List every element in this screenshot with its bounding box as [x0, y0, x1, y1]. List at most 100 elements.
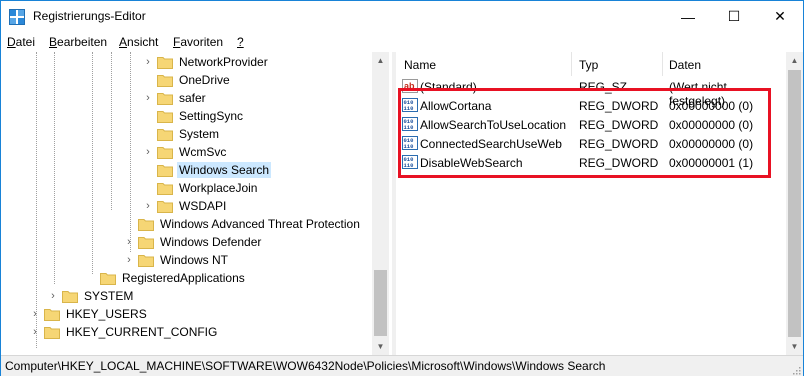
value-row[interactable]: 010 110 AllowCortana REG_DWORD 0x00000000 (0…: [396, 96, 786, 115]
minimize-button[interactable]: —: [665, 1, 711, 32]
chevron-right-icon: [123, 215, 135, 233]
value-row[interactable]: 010 110 AllowSearchToUseLocation REG_DWORD 0…: [396, 115, 786, 134]
dword-value-icon: 010 110: [402, 117, 418, 131]
folder-icon: [157, 164, 173, 177]
minimize-icon: —: [681, 8, 695, 25]
menu-bearbeiten-accel: B: [49, 35, 58, 49]
value-row[interactable]: 010 110 DisableWebSearch REG_DWORD 0x0000000…: [396, 153, 786, 172]
value-row[interactable]: 010 110 ConnectedSearchUseWeb REG_DWORD 0x00…: [396, 134, 786, 153]
folder-icon: [100, 272, 116, 285]
menu-ansicht-accel: A: [119, 35, 128, 49]
tree-item[interactable]: OneDrive: [142, 71, 232, 89]
folder-icon: [157, 200, 173, 213]
scroll-up-icon[interactable]: ▲: [372, 52, 389, 69]
menu-help[interactable]: ?: [237, 35, 244, 49]
maximize-icon: ☐: [727, 8, 741, 24]
tree-item[interactable]: WorkplaceJoin: [142, 179, 259, 197]
maximize-button[interactable]: ☐: [711, 1, 757, 32]
chevron-right-icon: [142, 179, 154, 197]
menu-bearbeiten[interactable]: Bearbeiten: [49, 35, 107, 49]
list-scrollbar[interactable]: ▲ ▼: [786, 52, 803, 355]
value-type: REG_DWORD: [579, 137, 659, 151]
folder-icon: [138, 236, 154, 249]
folder-icon: [157, 74, 173, 87]
tree-item[interactable]: › WSDAPI: [142, 197, 228, 215]
menu-bar: Datei Bearbeiten Ansicht Favoriten ?: [1, 32, 803, 52]
close-button[interactable]: ✕: [757, 1, 803, 32]
tree-item[interactable]: › NetworkProvider: [142, 53, 270, 71]
scroll-down-icon[interactable]: ▼: [372, 338, 389, 355]
chevron-right-icon[interactable]: ›: [142, 143, 154, 161]
title-bar[interactable]: Registrierungs-Editor — ☐ ✕: [1, 1, 803, 32]
tree-item-label: Windows Search: [177, 162, 272, 178]
menu-help-accel: ?: [237, 35, 244, 49]
chevron-right-icon[interactable]: ›: [123, 233, 135, 251]
svg-text:110: 110: [404, 105, 414, 112]
tree-item[interactable]: SettingSync: [142, 107, 245, 125]
scroll-up-icon[interactable]: ▲: [786, 52, 803, 69]
column-header-name[interactable]: Name: [404, 58, 436, 72]
value-data: 0x00000001 (1): [669, 156, 754, 170]
chevron-right-icon[interactable]: ›: [142, 197, 154, 215]
current-key-path: Computer\HKEY_LOCAL_MACHINE\SOFTWARE\WOW…: [5, 359, 606, 373]
value-type: REG_DWORD: [579, 99, 659, 113]
tree-item-label: NetworkProvider: [179, 55, 268, 69]
tree-item[interactable]: Windows Advanced Threat Protection: [123, 215, 362, 233]
dword-value-icon: 010 110: [402, 136, 418, 150]
column-divider[interactable]: [662, 52, 663, 76]
tree-item-label: SettingSync: [179, 109, 244, 123]
column-header-type[interactable]: Typ: [579, 58, 598, 72]
svg-text:110: 110: [404, 162, 414, 169]
menu-ansicht[interactable]: Ansicht: [119, 35, 158, 49]
value-name: AllowCortana: [420, 99, 492, 113]
tree-item[interactable]: System: [142, 125, 221, 143]
value-type: REG_DWORD: [579, 156, 659, 170]
tree-item[interactable]: › Windows NT: [123, 251, 230, 269]
tree-scrollbar[interactable]: ▲ ▼: [372, 52, 389, 355]
value-row[interactable]: ab (Standard) REG_SZ (Wert nicht festgelegt…: [396, 77, 786, 108]
tree-item[interactable]: Windows Search: [142, 161, 272, 179]
tree-item[interactable]: › HKEY_USERS: [29, 305, 149, 323]
chevron-right-icon[interactable]: ›: [29, 305, 41, 323]
chevron-right-icon: [142, 107, 154, 125]
status-bar: Computer\HKEY_LOCAL_MACHINE\SOFTWARE\WOW…: [1, 355, 803, 376]
tree-item[interactable]: › SYSTEM: [47, 287, 135, 305]
chevron-right-icon[interactable]: ›: [142, 53, 154, 71]
chevron-right-icon[interactable]: ›: [123, 251, 135, 269]
column-divider[interactable]: [571, 52, 572, 76]
scroll-down-icon[interactable]: ▼: [786, 338, 803, 355]
menu-datei-label: atei: [15, 35, 36, 49]
value-data: 0x00000000 (0): [669, 99, 754, 113]
menu-bearbeiten-label: earbeiten: [57, 35, 108, 49]
values-list-pane[interactable]: Name Typ Daten ab (Standard) REG_SZ (Wert n…: [396, 52, 803, 355]
chevron-right-icon[interactable]: ›: [47, 287, 59, 305]
resize-grip-icon[interactable]: [791, 364, 801, 375]
tree-item[interactable]: › WcmSvc: [142, 143, 228, 161]
chevron-right-icon: [142, 125, 154, 143]
column-header-data[interactable]: Daten: [669, 58, 701, 72]
list-scrollbar-thumb[interactable]: [788, 70, 801, 337]
chevron-right-icon[interactable]: ›: [29, 323, 41, 341]
chevron-right-icon[interactable]: ›: [142, 89, 154, 107]
chevron-right-icon: [85, 269, 97, 287]
value-type: REG_SZ: [579, 80, 628, 94]
menu-favoriten[interactable]: Favoriten: [173, 35, 223, 49]
tree-scrollbar-thumb[interactable]: [374, 270, 387, 336]
menu-datei-accel: D: [7, 35, 16, 49]
value-name: DisableWebSearch: [420, 156, 523, 170]
menu-datei[interactable]: Datei: [7, 35, 35, 49]
tree-item[interactable]: › Windows Defender: [123, 233, 263, 251]
tree-item[interactable]: RegisteredApplications: [85, 269, 247, 287]
tree-item-label: Windows NT: [160, 253, 229, 267]
tree-item-label: WSDAPI: [179, 199, 227, 213]
tree-guide: [36, 52, 37, 348]
dword-value-icon: 010 110: [402, 98, 418, 112]
value-data: 0x00000000 (0): [669, 118, 754, 132]
key-tree-pane[interactable]: › NetworkProvider OneDrive › safer SettingSyn…: [2, 52, 393, 355]
registry-editor-icon: [9, 9, 25, 25]
tree-item[interactable]: › HKEY_CURRENT_CONFIG: [29, 323, 219, 341]
tree-item[interactable]: › safer: [142, 89, 208, 107]
tree-item-label: RegisteredApplications: [122, 271, 245, 285]
string-value-icon: ab: [402, 79, 418, 93]
folder-icon: [138, 218, 154, 231]
